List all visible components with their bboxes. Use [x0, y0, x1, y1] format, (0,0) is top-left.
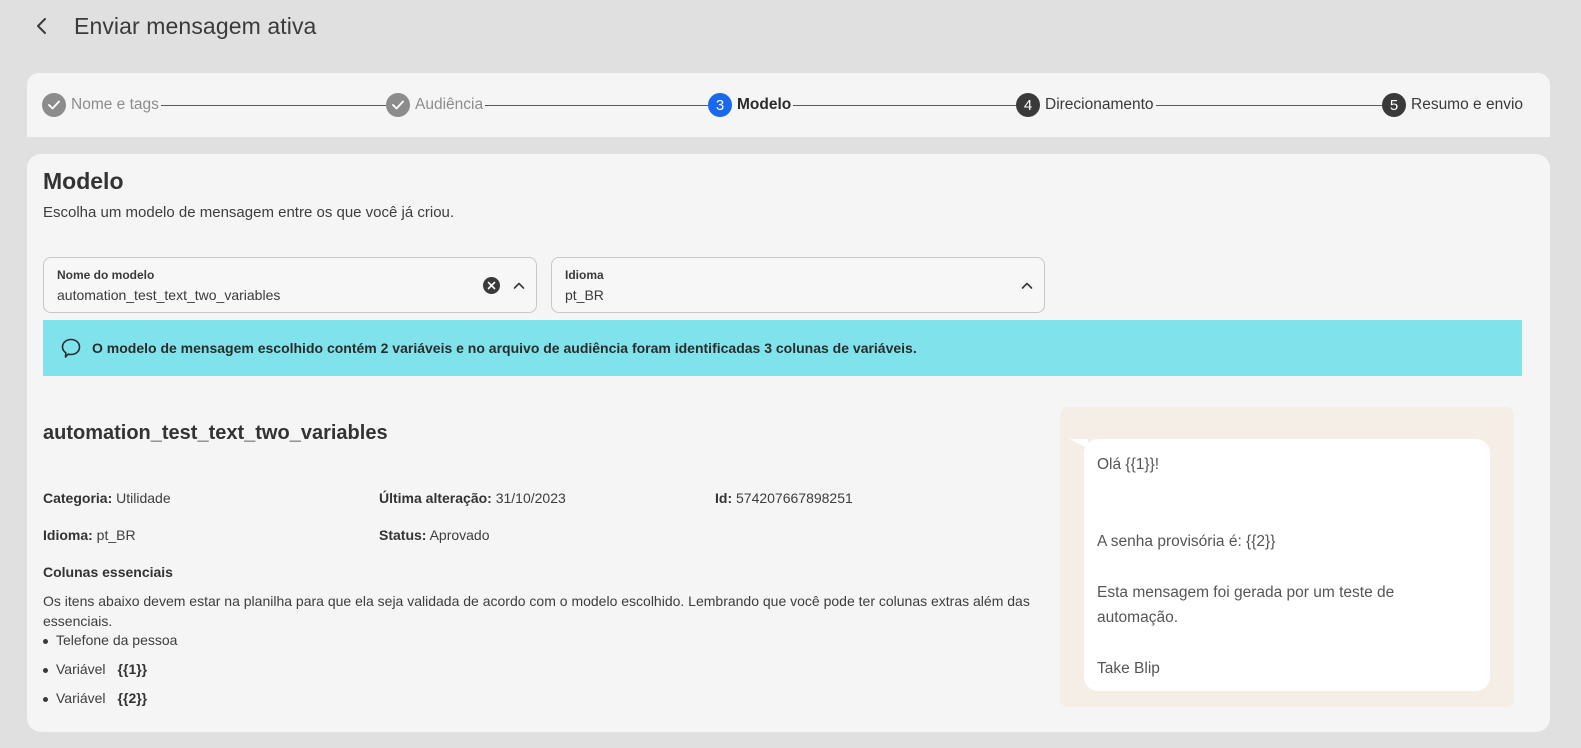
essentials-description: Os itens abaixo devem estar na planilha … [43, 593, 1030, 629]
bullet-icon [43, 639, 48, 644]
chevron-up-icon[interactable] [511, 278, 527, 294]
clear-icon[interactable] [483, 277, 500, 294]
chevron-up-icon[interactable] [1019, 278, 1035, 294]
step-modelo[interactable]: 3 Modelo [708, 93, 794, 117]
essentials-list: Telefone da pessoa Variável {{1}} Variáv… [43, 632, 177, 719]
list-item: Variável {{2}} [43, 690, 177, 719]
step-label: Audiência [415, 96, 484, 113]
stepper-connector [483, 105, 709, 106]
meta-last-change: Última alteração: 31/10/2023 [379, 490, 566, 506]
template-name-value: automation_test_text_two_variables [57, 287, 281, 303]
language-select[interactable]: Idioma pt_BR [551, 257, 1045, 313]
back-button[interactable] [28, 12, 56, 40]
template-card: Modelo Escolha um modelo de mensagem ent… [27, 154, 1550, 732]
language-value: pt_BR [565, 287, 604, 303]
bullet-icon [43, 668, 48, 673]
page-title: Enviar mensagem ativa [74, 12, 317, 39]
message-bubble-icon [61, 338, 81, 358]
meta-value: 574207667898251 [736, 490, 853, 506]
essential-text: Telefone da pessoa [56, 632, 178, 648]
step-direcionamento[interactable]: 4 Direcionamento [1016, 93, 1156, 117]
template-name-heading: automation_test_text_two_variables [43, 422, 388, 444]
step-label: Modelo [737, 96, 792, 113]
check-icon [386, 93, 410, 117]
meta-id: Id: 574207667898251 [715, 490, 853, 506]
essential-variable: {{2}} [117, 690, 148, 706]
stepper-connector [160, 105, 386, 106]
step-audiencia[interactable]: Audiência [386, 93, 486, 117]
meta-label: Id: [715, 490, 733, 506]
list-item: Telefone da pessoa [43, 632, 177, 661]
variables-alert: O modelo de mensagem escolhido contém 2 … [43, 320, 1522, 376]
step-label: Resumo e envio [1411, 96, 1524, 113]
stepper: Nome e tags Audiência 3 Modelo 4 Direcio… [27, 73, 1550, 137]
bullet-icon [43, 697, 48, 702]
meta-value: Aprovado [429, 527, 490, 543]
essential-text: Variável [56, 661, 106, 677]
meta-value: Utilidade [116, 490, 171, 506]
language-label: Idioma [565, 268, 604, 282]
message-bubble: Olá {{1}}! A senha provisória é: {{2}} E… [1084, 439, 1490, 691]
step-label: Nome e tags [71, 96, 159, 113]
step-nome-e-tags[interactable]: Nome e tags [42, 93, 161, 117]
list-item: Variável {{1}} [43, 661, 177, 690]
essentials-title: Colunas essenciais [43, 564, 173, 580]
step-number: 5 [1382, 93, 1406, 117]
essential-variable: {{1}} [117, 661, 148, 677]
alert-text: O modelo de mensagem escolhido contém 2 … [92, 340, 917, 356]
template-name-select[interactable]: Nome do modelo automation_test_text_two_… [43, 257, 537, 313]
check-icon [42, 93, 66, 117]
message-preview: Olá {{1}}! A senha provisória é: {{2}} E… [1060, 407, 1514, 707]
section-subtitle: Escolha um modelo de mensagem entre os q… [43, 204, 455, 221]
chevron-left-icon [37, 18, 46, 34]
page-header: Enviar mensagem ativa [28, 6, 316, 46]
meta-label: Última alteração: [379, 490, 492, 506]
meta-label: Idioma: [43, 527, 93, 543]
meta-category: Categoria: Utilidade [43, 490, 171, 506]
meta-status: Status: Aprovado [379, 527, 490, 543]
step-label: Direcionamento [1045, 96, 1154, 113]
step-number: 3 [708, 93, 732, 117]
step-number: 4 [1016, 93, 1040, 117]
essential-text: Variável [56, 690, 106, 706]
section-title: Modelo [43, 168, 124, 194]
meta-language: Idioma: pt_BR [43, 527, 136, 543]
template-name-label: Nome do modelo [57, 268, 155, 282]
stepper-connector [791, 105, 1017, 106]
step-resumo-e-envio[interactable]: 5 Resumo e envio [1382, 93, 1526, 117]
meta-value: pt_BR [96, 527, 136, 543]
preview-message-text: Olá {{1}}! A senha provisória é: {{2}} E… [1097, 456, 1395, 677]
meta-label: Status: [379, 527, 427, 543]
meta-value: 31/10/2023 [495, 490, 566, 506]
stepper-connector [1156, 105, 1383, 106]
meta-label: Categoria: [43, 490, 113, 506]
